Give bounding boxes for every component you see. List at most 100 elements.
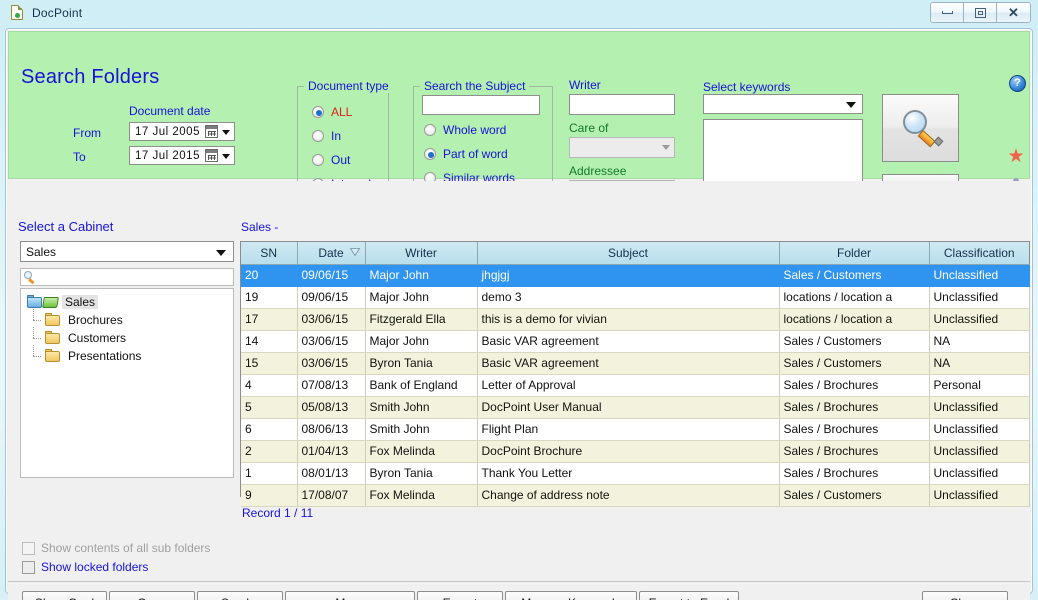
close-button[interactable]: ✕ (997, 3, 1030, 22)
radio-icon (424, 124, 436, 136)
checkbox-label: Show contents of all sub folders (41, 541, 210, 555)
checkbox-label: Show locked folders (41, 560, 148, 574)
cell-writer: Major John (365, 264, 477, 286)
column-header-folder[interactable]: Folder (779, 242, 929, 264)
radio-document-type-in[interactable]: In (312, 129, 341, 143)
table-row[interactable]: 2009/06/15Major JohnjhgjgjSales / Custom… (241, 264, 1029, 286)
radio-whole-word[interactable]: Whole word (424, 123, 506, 137)
care-of-label: Care of (569, 121, 608, 135)
date-from-input[interactable]: 17 Jul 2005 (129, 122, 235, 141)
chevron-down-icon (846, 102, 856, 108)
keywords-select[interactable] (703, 94, 863, 114)
show-card-button[interactable]: Show Card (22, 591, 107, 600)
results-table: SN Date Writer Subject Folder Classifica… (241, 242, 1030, 507)
table-header-row: SN Date Writer Subject Folder Classifica… (241, 242, 1029, 264)
cell-sn: 20 (241, 264, 297, 286)
send-button[interactable]: Send... (197, 591, 283, 600)
table-row[interactable]: 608/06/13Smith JohnFlight PlanSales / Br… (241, 418, 1029, 440)
search-button[interactable] (882, 94, 959, 162)
cell-classification: Unclassified (929, 484, 1029, 506)
help-icon[interactable]: ? (1009, 75, 1026, 92)
document-type-legend: Document type (304, 79, 393, 93)
chevron-down-icon[interactable] (222, 154, 230, 159)
checkbox-show-locked-folders[interactable]: Show locked folders (22, 560, 148, 574)
radio-label: Whole word (443, 123, 506, 137)
star-icon[interactable]: ★ (1006, 147, 1026, 167)
radio-part-of-word[interactable]: Part of word (424, 147, 508, 161)
content-area: Select a Cabinet Sales Sales Brochures (8, 181, 1030, 581)
minimize-button[interactable] (931, 3, 964, 22)
radio-icon (312, 106, 324, 118)
open-button[interactable]: Open (109, 591, 195, 600)
cell-classification: Personal (929, 374, 1029, 396)
move-button[interactable]: Move (285, 591, 415, 600)
writer-label: Writer (569, 78, 601, 92)
table-row[interactable]: 917/08/07Fox MelindaChange of address no… (241, 484, 1029, 506)
column-header-subject[interactable]: Subject (477, 242, 779, 264)
checkbox-icon (22, 561, 35, 574)
cell-folder: Sales / Customers (779, 264, 929, 286)
tree-item-presentations[interactable]: Presentations (25, 347, 233, 365)
manage-keywords-button[interactable]: Manage Keywords (505, 591, 637, 600)
radio-document-type-all[interactable]: ALL (312, 105, 352, 119)
export-to-excel-button[interactable]: Export to Excel (639, 591, 739, 600)
checkbox-show-subfolders[interactable]: Show contents of all sub folders (22, 541, 210, 555)
cell-folder: Sales / Brochures (779, 396, 929, 418)
cell-subject: DocPoint Brochure (477, 440, 779, 462)
page-title: Search Folders (21, 66, 159, 89)
cell-folder: locations / location a (779, 308, 929, 330)
table-row[interactable]: 1909/06/15Major Johndemo 3locations / lo… (241, 286, 1029, 308)
subject-search-input[interactable] (422, 95, 540, 115)
table-row[interactable]: 1403/06/15Major JohnBasic VAR agreementS… (241, 330, 1029, 352)
results-grid[interactable]: SN Date Writer Subject Folder Classifica… (240, 241, 1030, 497)
calendar-icon[interactable] (205, 149, 218, 162)
close-dialog-button[interactable]: Close (922, 591, 1008, 600)
folder-tree[interactable]: Sales Brochures Customers Presentations (20, 288, 234, 478)
cell-sn: 9 (241, 484, 297, 506)
tree-search-input[interactable] (20, 268, 234, 286)
calendar-icon[interactable] (205, 125, 218, 138)
cell-classification: Unclassified (929, 264, 1029, 286)
table-row[interactable]: 201/04/13Fox MelindaDocPoint BrochureSal… (241, 440, 1029, 462)
care-of-select[interactable] (569, 137, 675, 158)
cell-writer: Fox Melinda (365, 484, 477, 506)
table-row[interactable]: 407/08/13Bank of EnglandLetter of Approv… (241, 374, 1029, 396)
column-header-writer[interactable]: Writer (365, 242, 477, 264)
cell-subject: Basic VAR agreement (477, 330, 779, 352)
date-to-label: To (73, 150, 86, 164)
cell-writer: Fitzgerald Ella (365, 308, 477, 330)
radio-document-type-out[interactable]: Out (312, 153, 350, 167)
tree-item-label: Customers (65, 331, 129, 345)
column-header-date[interactable]: Date (297, 242, 365, 264)
cell-folder: locations / location a (779, 286, 929, 308)
cell-classification: Unclassified (929, 418, 1029, 440)
tree-item-root[interactable]: Sales (25, 293, 233, 311)
radio-label: ALL (331, 105, 352, 119)
radio-icon (312, 130, 324, 142)
cabinet-select[interactable]: Sales (20, 241, 234, 262)
cell-folder: Sales / Brochures (779, 462, 929, 484)
select-keywords-label: Select keywords (703, 80, 790, 94)
tree-item-brochures[interactable]: Brochures (25, 311, 233, 329)
cell-writer: Major John (365, 286, 477, 308)
window-title: DocPoint (32, 6, 82, 20)
writer-input[interactable] (569, 94, 675, 115)
table-row[interactable]: 1503/06/15Byron TaniaBasic VAR agreement… (241, 352, 1029, 374)
tree-item-customers[interactable]: Customers (25, 329, 233, 347)
tree-item-label: Brochures (65, 313, 126, 327)
table-row[interactable]: 1703/06/15Fitzgerald Ellathis is a demo … (241, 308, 1029, 330)
folder-icon (27, 296, 43, 309)
cell-sn: 4 (241, 374, 297, 396)
search-subject-legend: Search the Subject (420, 79, 529, 93)
table-row[interactable]: 505/08/13Smith JohnDocPoint User ManualS… (241, 396, 1029, 418)
export-button[interactable]: Export (417, 591, 503, 600)
date-to-input[interactable]: 17 Jul 2015 (129, 146, 235, 165)
column-header-sn[interactable]: SN (241, 242, 297, 264)
chevron-down-icon[interactable] (222, 130, 230, 135)
cell-folder: Sales / Brochures (779, 418, 929, 440)
cell-classification: Unclassified (929, 286, 1029, 308)
table-row[interactable]: 108/01/13Byron TaniaThank You LetterSale… (241, 462, 1029, 484)
folder-icon (45, 350, 61, 363)
maximize-button[interactable] (964, 3, 997, 22)
column-header-classification[interactable]: Classification (929, 242, 1029, 264)
